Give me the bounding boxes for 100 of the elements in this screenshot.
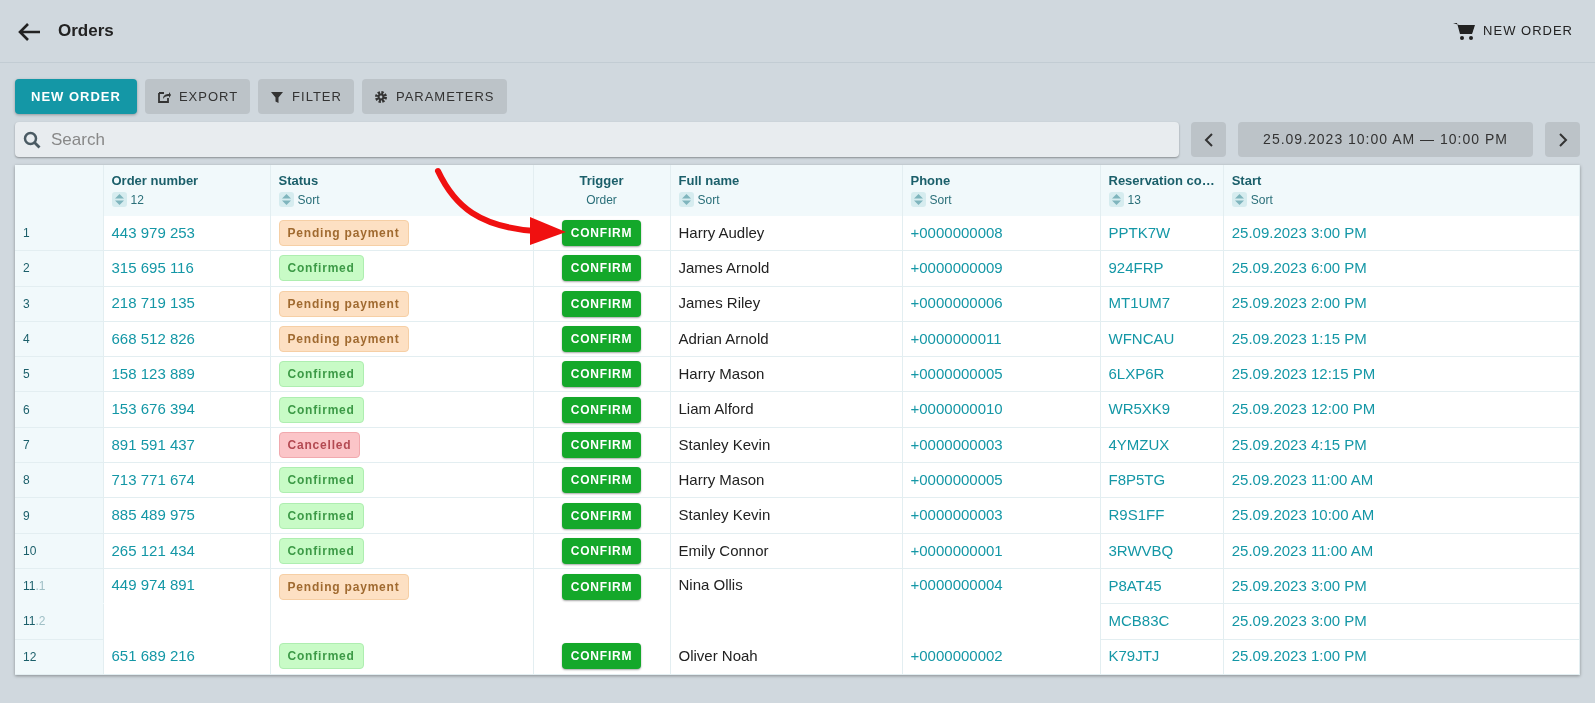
column-header: Order number	[111, 172, 200, 190]
confirm-button[interactable]: CONFIRM	[561, 255, 642, 282]
start-time-link[interactable]: 25.09.2023 12:00 PM	[1231, 400, 1376, 418]
confirm-button[interactable]: CONFIRM	[561, 326, 642, 353]
column-header: Reservation co…	[1108, 172, 1215, 190]
phone-link[interactable]: +0000000008	[910, 223, 1003, 241]
row-number: 11.1	[23, 579, 46, 594]
confirm-button[interactable]: CONFIRM	[561, 219, 642, 246]
reservation-code-link[interactable]: MT1UM7	[1108, 294, 1171, 312]
phone-link[interactable]: +0000000010	[910, 400, 1003, 418]
search-field[interactable]: Search	[15, 122, 1179, 157]
reservation-code-link[interactable]: F8P5TG	[1108, 470, 1166, 488]
start-time-link[interactable]: 25.09.2023 2:00 PM	[1231, 294, 1367, 312]
reservation-code-link[interactable]: 3RWVBQ	[1108, 541, 1174, 559]
confirm-button[interactable]: CONFIRM	[561, 502, 642, 529]
phone-link[interactable]: +0000000009	[910, 259, 1003, 277]
reservation-code-link[interactable]: R9S1FF	[1108, 506, 1165, 524]
confirm-button[interactable]: CONFIRM	[561, 573, 642, 600]
row-number: 1	[23, 225, 30, 240]
order-number-link[interactable]: 891 591 437	[111, 435, 195, 453]
reservation-code-link[interactable]: 924FRP	[1108, 259, 1164, 277]
sort-button[interactable]: Sort	[910, 190, 952, 209]
phone-link[interactable]: +0000000003	[910, 506, 1003, 524]
confirm-button[interactable]: CONFIRM	[561, 290, 642, 317]
sort-button[interactable]: Sort	[678, 190, 720, 209]
reservation-code-link[interactable]: WR5XK9	[1108, 400, 1171, 418]
sort-button[interactable]: Sort	[1231, 190, 1273, 209]
phone-link[interactable]: +0000000004	[910, 575, 1003, 593]
search-icon	[23, 130, 41, 149]
status-badge: Confirmed	[278, 467, 364, 494]
start-time-link[interactable]: 25.09.2023 4:15 PM	[1231, 435, 1367, 453]
previous-button[interactable]	[1191, 122, 1226, 157]
order-number-link[interactable]: 443 979 253	[111, 223, 195, 241]
status-badge: Pending payment	[278, 219, 409, 246]
phone-link[interactable]: +0000000011	[910, 329, 1002, 347]
sort-icon	[281, 194, 291, 205]
start-time-link[interactable]: 25.09.2023 1:00 PM	[1231, 647, 1367, 665]
confirm-button[interactable]: CONFIRM	[561, 396, 642, 423]
phone-link[interactable]: +0000000001	[910, 541, 1003, 559]
confirm-button[interactable]: CONFIRM	[561, 537, 642, 564]
start-time-link[interactable]: 25.09.2023 11:00 AM	[1231, 470, 1374, 488]
row-number: 9	[23, 508, 30, 523]
order-number-link[interactable]: 265 121 434	[111, 541, 195, 559]
status-badge: Pending payment	[278, 290, 409, 317]
reservation-code-link[interactable]: WFNCAU	[1108, 329, 1175, 347]
status-badge: Pending payment	[278, 326, 409, 353]
order-number-link[interactable]: 651 689 216	[111, 647, 195, 665]
toolbar-button[interactable]: EXPORT	[144, 79, 251, 114]
start-time-link[interactable]: 25.09.2023 1:15 PM	[1231, 329, 1367, 347]
reservation-code-link[interactable]: PPTK7W	[1108, 223, 1171, 241]
sort-icon	[1111, 194, 1121, 205]
start-time-link[interactable]: 25.09.2023 3:00 PM	[1231, 612, 1367, 630]
confirm-button[interactable]: CONFIRM	[561, 431, 642, 458]
reservation-code-link[interactable]: P8AT45	[1108, 576, 1162, 594]
order-number-link[interactable]: 668 512 826	[111, 329, 195, 347]
start-time-link[interactable]: 25.09.2023 10:00 AM	[1231, 506, 1375, 524]
start-time-link[interactable]: 25.09.2023 3:00 PM	[1231, 576, 1367, 594]
reservation-code-link[interactable]: 4YMZUX	[1108, 435, 1170, 453]
order-number-link[interactable]: 885 489 975	[111, 506, 195, 524]
order-number-link[interactable]: 153 676 394	[111, 400, 195, 418]
order-number-link[interactable]: 315 695 116	[111, 259, 194, 277]
order-number-link[interactable]: 218 719 135	[111, 294, 195, 312]
status-badge: Confirmed	[278, 502, 364, 529]
toolbar-button[interactable]: NEW ORDER	[15, 79, 137, 114]
toolbar-button[interactable]: PARAMETERS	[361, 79, 507, 114]
start-time-link[interactable]: 25.09.2023 12:15 PM	[1231, 365, 1376, 383]
phone-link[interactable]: +0000000005	[910, 365, 1003, 383]
phone-link[interactable]: +0000000006	[910, 294, 1003, 312]
full-name: Nina Ollis	[678, 575, 743, 593]
sort-button[interactable]: 12	[111, 190, 144, 209]
date-range-button[interactable]: 25.09.2023 10:00 AM — 10:00 PM	[1238, 122, 1533, 157]
full-name: Harry Mason	[678, 365, 765, 383]
reservation-code-link[interactable]: K79JTJ	[1108, 647, 1160, 665]
confirm-button[interactable]: CONFIRM	[561, 467, 642, 494]
start-time-link[interactable]: 25.09.2023 6:00 PM	[1231, 259, 1367, 277]
column-header: Start	[1231, 172, 1263, 190]
row-number: 4	[23, 332, 30, 347]
reservation-code-link[interactable]: 6LXP6R	[1108, 365, 1165, 383]
reservation-code-link[interactable]: MCB83C	[1108, 612, 1170, 630]
next-button[interactable]	[1545, 122, 1580, 157]
sort-icon	[681, 194, 691, 205]
start-time-link[interactable]: 25.09.2023 11:00 AM	[1231, 541, 1374, 559]
order-number-link[interactable]: 713 771 674	[111, 470, 195, 488]
sort-button[interactable]: 13	[1108, 190, 1141, 209]
sort-button[interactable]: Sort	[278, 190, 320, 209]
full-name: Harry Audley	[678, 223, 765, 241]
search-input[interactable]: Search	[49, 125, 1171, 154]
status-badge: Pending payment	[278, 573, 409, 600]
phone-link[interactable]: +0000000002	[910, 647, 1003, 665]
start-time-link[interactable]: 25.09.2023 3:00 PM	[1231, 223, 1367, 241]
order-number-link[interactable]: 158 123 889	[111, 365, 195, 383]
column-header: Full name	[678, 172, 741, 190]
order-number-link[interactable]: 449 974 891	[111, 575, 195, 593]
phone-link[interactable]: +0000000003	[910, 435, 1003, 453]
phone-link[interactable]: +0000000005	[910, 470, 1003, 488]
row-number: 6	[23, 402, 30, 417]
confirm-button[interactable]: CONFIRM	[561, 643, 642, 670]
new-order-link[interactable]: NEW ORDER	[1447, 20, 1579, 42]
confirm-button[interactable]: CONFIRM	[561, 361, 642, 388]
toolbar-button[interactable]: FILTER	[258, 79, 354, 114]
